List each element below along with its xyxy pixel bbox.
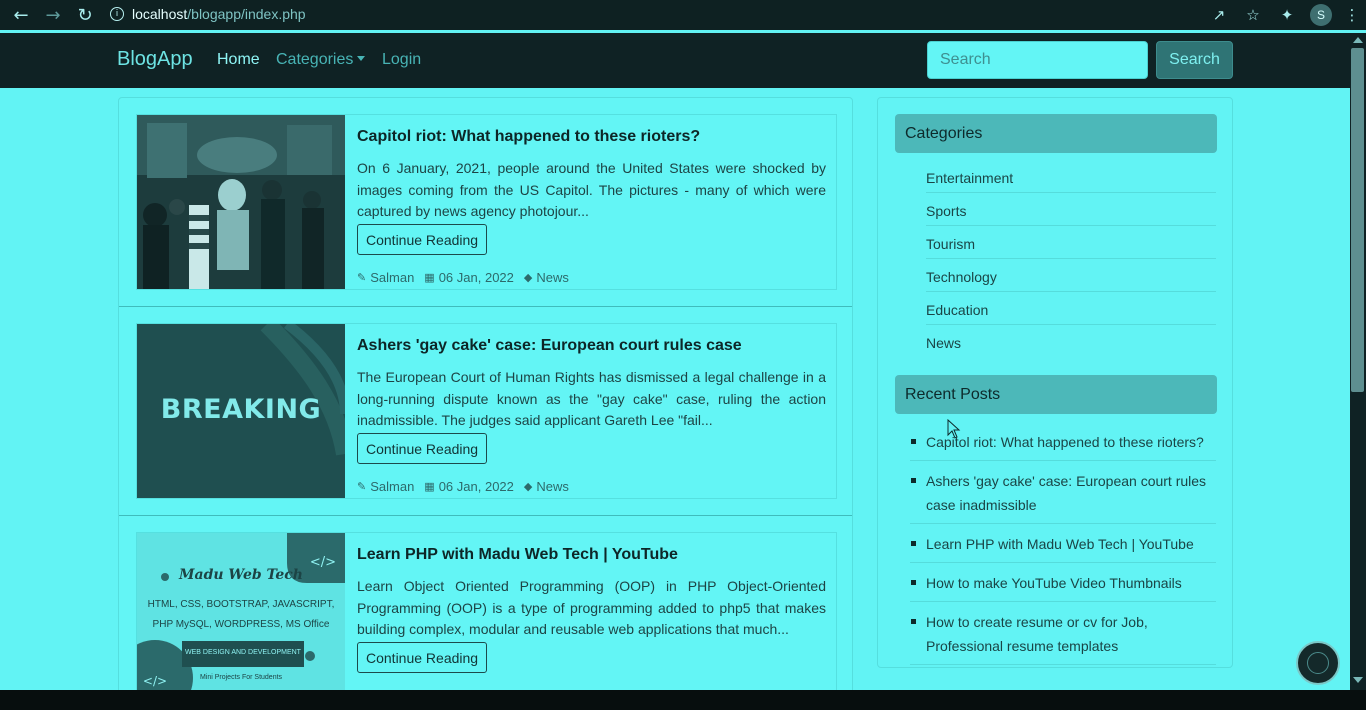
categories-header: Categories bbox=[895, 114, 1217, 153]
recent-posts-header: Recent Posts bbox=[895, 375, 1217, 414]
scroll-down-arrow-icon[interactable] bbox=[1353, 677, 1363, 683]
category-link[interactable]: Education bbox=[926, 292, 1216, 325]
fab-icon bbox=[1307, 652, 1329, 674]
post-divider bbox=[119, 306, 852, 307]
forward-arrow-icon[interactable]: → bbox=[42, 4, 64, 26]
breaking-label: BREAKING bbox=[160, 394, 322, 425]
category-link[interactable]: Tourism bbox=[926, 226, 1216, 259]
profile-avatar[interactable]: S bbox=[1310, 4, 1332, 26]
banner-line-2: PHP MySQL, WORDPRESS, MS Office bbox=[152, 619, 330, 630]
post-title[interactable]: Capitol riot: What happened to these rio… bbox=[357, 128, 700, 146]
nav-categories-label: Categories bbox=[276, 51, 354, 68]
recent-post-link[interactable]: How to create resume or cv for Job, Prof… bbox=[910, 602, 1216, 665]
madu-web-tech-banner: </> </> bbox=[137, 533, 345, 696]
star-icon[interactable]: ☆ bbox=[1236, 6, 1270, 24]
continue-reading-button[interactable]: Continue Reading bbox=[357, 642, 488, 673]
categories-list: Entertainment Sports Tourism Technology … bbox=[926, 160, 1216, 358]
site-navbar: BlogApp Home Categories Login Search bbox=[0, 33, 1350, 88]
continue-reading-button[interactable]: Continue Reading bbox=[357, 224, 488, 255]
post-card: Capitol riot: What happened to these rio… bbox=[136, 114, 837, 290]
scroll-up-arrow-icon[interactable] bbox=[1353, 37, 1363, 43]
edit-icon: ✎ bbox=[357, 480, 367, 493]
address-bar[interactable]: i localhost/blogapp/index.php bbox=[110, 3, 306, 25]
post-meta: ✎ Salman ▦ 06 Jan, 2022 ◆ News bbox=[357, 270, 569, 285]
post-excerpt: Learn Object Oriented Programming (OOP) … bbox=[357, 578, 826, 637]
puzzle-icon[interactable]: ✦ bbox=[1270, 6, 1304, 24]
kebab-menu-icon[interactable]: ⋮ bbox=[1338, 6, 1366, 24]
scrollbar-thumb[interactable] bbox=[1351, 48, 1364, 392]
category-link[interactable]: News bbox=[926, 325, 1216, 358]
post-excerpt: On 6 January, 2021, people around the Un… bbox=[357, 160, 826, 219]
share-icon[interactable]: ↗ bbox=[1202, 6, 1236, 24]
banner-footer: Mini Projects For Students bbox=[199, 674, 283, 681]
post-divider bbox=[119, 515, 852, 516]
post-card: </> </> Madu Web Tech HTML, CSS, BOOTSTR… bbox=[136, 532, 837, 696]
post-thumbnail[interactable]: </> </> Madu Web Tech HTML, CSS, BOOTSTR… bbox=[137, 533, 345, 696]
category-link[interactable]: Sports bbox=[926, 193, 1216, 226]
post-category[interactable]: News bbox=[536, 270, 569, 285]
posts-column: Capitol riot: What happened to these rio… bbox=[118, 97, 853, 697]
nav-login[interactable]: Login bbox=[382, 51, 421, 69]
calendar-icon: ▦ bbox=[424, 480, 435, 493]
post-card: BREAKING Ashers 'gay cake' case: Europea… bbox=[136, 323, 837, 499]
category-link[interactable]: Entertainment bbox=[926, 160, 1216, 193]
post-excerpt: The European Court of Human Rights has d… bbox=[357, 369, 826, 428]
caret-down-icon bbox=[357, 56, 366, 61]
banner-ribbon: WEB DESIGN AND DEVELOPMENT bbox=[185, 649, 301, 656]
tag-icon: ◆ bbox=[523, 271, 533, 284]
recent-post-link[interactable]: How to make YouTube Video Thumbnails bbox=[910, 563, 1216, 602]
url-text[interactable]: localhost/blogapp/index.php bbox=[132, 6, 306, 22]
info-icon[interactable]: i bbox=[110, 7, 124, 21]
post-author: Salman bbox=[370, 270, 415, 285]
brand-link[interactable]: BlogApp bbox=[117, 48, 193, 71]
recent-posts-list: Capitol riot: What happened to these rio… bbox=[910, 422, 1216, 665]
banner-title: Madu Web Tech bbox=[179, 567, 303, 583]
banner-line-1: HTML, CSS, BOOTSTRAP, JAVASCRIPT, bbox=[147, 599, 335, 610]
post-title[interactable]: Ashers 'gay cake' case: European court r… bbox=[357, 337, 742, 355]
post-date: 06 Jan, 2022 bbox=[438, 270, 514, 285]
taskbar-strip bbox=[0, 690, 1366, 710]
search-button[interactable]: Search bbox=[1156, 41, 1233, 79]
reload-icon[interactable]: ↻ bbox=[74, 4, 96, 26]
search-input[interactable] bbox=[927, 41, 1148, 79]
edit-icon: ✎ bbox=[357, 271, 367, 284]
mouse-cursor-icon bbox=[947, 419, 961, 439]
sidebar: Categories Entertainment Sports Tourism … bbox=[877, 97, 1233, 668]
continue-reading-button[interactable]: Continue Reading bbox=[357, 433, 488, 464]
post-thumbnail[interactable] bbox=[137, 115, 345, 289]
floating-action-button[interactable] bbox=[1296, 641, 1340, 685]
back-arrow-icon[interactable]: ← bbox=[10, 4, 32, 26]
tag-icon: ◆ bbox=[523, 480, 533, 493]
post-meta: ✎ Salman ▦ 06 Jan, 2022 ◆ News bbox=[357, 479, 569, 494]
recent-post-link[interactable]: Learn PHP with Madu Web Tech | YouTube bbox=[910, 524, 1216, 563]
browser-toolbar: ← → ↻ i localhost/blogapp/index.php ↗ ☆ … bbox=[0, 0, 1366, 30]
category-link[interactable]: Technology bbox=[926, 259, 1216, 292]
nav-categories-dropdown[interactable]: Categories bbox=[276, 51, 366, 69]
post-date: 06 Jan, 2022 bbox=[438, 479, 514, 494]
post-thumbnail[interactable]: BREAKING bbox=[137, 324, 345, 498]
capitol-riot-photo bbox=[137, 115, 345, 289]
post-category[interactable]: News bbox=[536, 479, 569, 494]
post-author: Salman bbox=[370, 479, 415, 494]
calendar-icon: ▦ bbox=[424, 271, 435, 284]
post-title[interactable]: Learn PHP with Madu Web Tech | YouTube bbox=[357, 546, 678, 564]
nav-home[interactable]: Home bbox=[217, 51, 260, 69]
recent-post-link[interactable]: Ashers 'gay cake' case: European court r… bbox=[910, 461, 1216, 524]
